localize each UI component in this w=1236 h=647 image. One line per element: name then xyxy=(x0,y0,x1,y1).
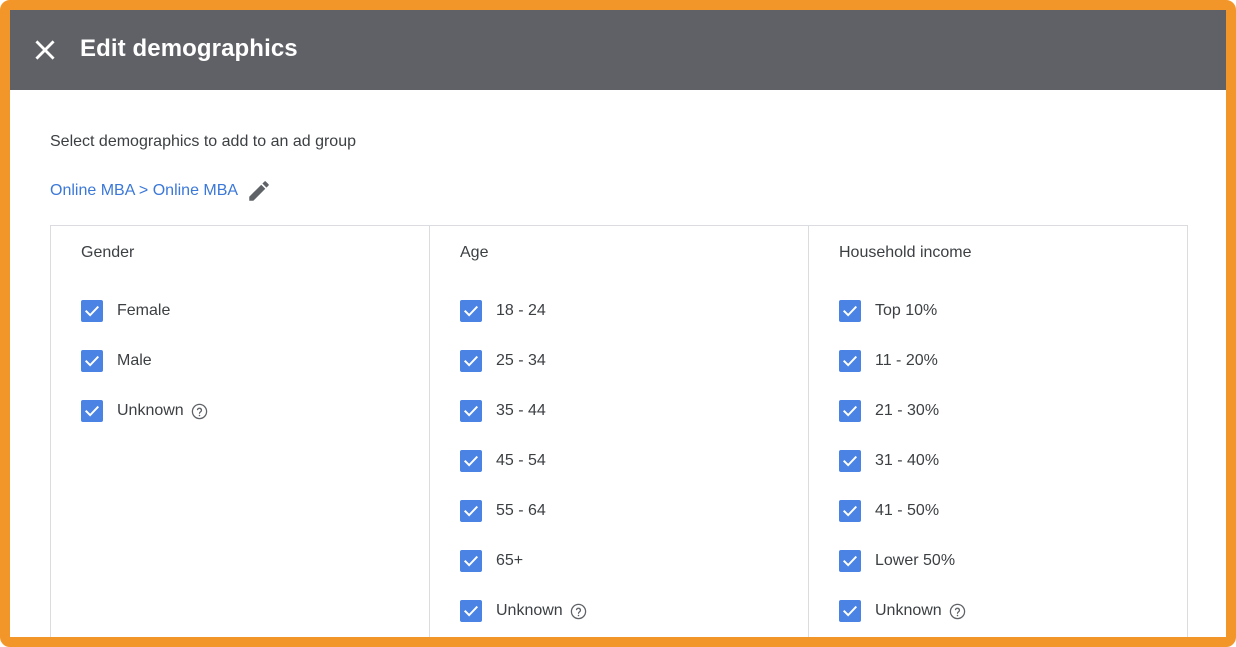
help-circle-icon[interactable] xyxy=(191,403,208,420)
option-row[interactable]: 25 - 34 xyxy=(460,336,808,386)
checkmark-icon xyxy=(842,455,858,467)
options-list: Female Male Unknown xyxy=(81,286,429,436)
option-row[interactable]: Unknown xyxy=(460,586,808,636)
checkmark-icon xyxy=(463,605,479,617)
dialog-frame: Edit demographics Select demographics to… xyxy=(0,0,1236,647)
checkmark-icon xyxy=(842,605,858,617)
column-title: Gender xyxy=(81,244,135,261)
checkbox[interactable] xyxy=(839,600,861,622)
checkbox[interactable] xyxy=(460,450,482,472)
checkmark-icon xyxy=(463,305,479,317)
option-label: 65+ xyxy=(496,552,524,569)
close-button[interactable] xyxy=(32,37,58,63)
option-row[interactable]: 31 - 40% xyxy=(839,436,1187,486)
option-row[interactable]: 65+ xyxy=(460,536,808,586)
checkbox[interactable] xyxy=(81,400,103,422)
option-label: Unknown xyxy=(875,602,942,619)
checkbox[interactable] xyxy=(81,350,103,372)
option-row[interactable]: Top 10% xyxy=(839,286,1187,336)
column-title: Household income xyxy=(839,244,972,261)
option-label: Male xyxy=(117,352,152,369)
close-icon xyxy=(32,37,58,63)
help-circle-icon[interactable] xyxy=(570,603,587,620)
dialog-header: Edit demographics xyxy=(10,10,1226,90)
option-label: Lower 50% xyxy=(875,552,956,569)
option-label: 45 - 54 xyxy=(496,452,546,469)
checkmark-icon xyxy=(84,305,100,317)
checkbox[interactable] xyxy=(460,600,482,622)
checkbox[interactable] xyxy=(839,300,861,322)
checkmark-icon xyxy=(463,505,479,517)
checkbox[interactable] xyxy=(839,550,861,572)
option-label: 18 - 24 xyxy=(496,302,546,319)
checkbox[interactable] xyxy=(839,450,861,472)
option-row[interactable]: 41 - 50% xyxy=(839,486,1187,536)
ad-group-link[interactable]: Online MBA > Online MBA xyxy=(50,182,238,200)
household-income-column: Household income Top 10% 11 - 20% 21 - 30%… xyxy=(808,226,1187,637)
column-title: Age xyxy=(460,244,489,261)
option-row[interactable]: Male xyxy=(81,336,429,386)
option-label: 35 - 44 xyxy=(496,402,546,419)
option-row[interactable]: Female xyxy=(81,286,429,336)
breadcrumb: Online MBA > Online MBA xyxy=(50,178,272,204)
checkmark-icon xyxy=(842,555,858,567)
pencil-icon[interactable] xyxy=(246,178,272,204)
option-label: 31 - 40% xyxy=(875,452,940,469)
option-label: Unknown xyxy=(496,602,563,619)
option-label: Female xyxy=(117,302,171,319)
checkbox[interactable] xyxy=(839,400,861,422)
option-row[interactable]: Unknown xyxy=(81,386,429,436)
checkmark-icon xyxy=(842,505,858,517)
option-label: 41 - 50% xyxy=(875,502,940,519)
option-row[interactable]: 18 - 24 xyxy=(460,286,808,336)
checkmark-icon xyxy=(463,405,479,417)
option-row[interactable]: 55 - 64 xyxy=(460,486,808,536)
dialog-title: Edit demographics xyxy=(80,35,298,62)
dialog-subtitle: Select demographics to add to an ad grou… xyxy=(50,133,356,150)
demographics-panel: Gender Female Male Unknown Age 18 - 24 25 -… xyxy=(50,225,1188,637)
checkbox[interactable] xyxy=(460,350,482,372)
age-column: Age 18 - 24 25 - 34 35 - 44 45 - 54 55 - 64 6… xyxy=(429,226,808,637)
checkbox[interactable] xyxy=(460,550,482,572)
option-label: Unknown xyxy=(117,402,184,419)
option-row[interactable]: 45 - 54 xyxy=(460,436,808,486)
checkmark-icon xyxy=(842,355,858,367)
checkmark-icon xyxy=(463,355,479,367)
option-row[interactable]: 35 - 44 xyxy=(460,386,808,436)
checkbox[interactable] xyxy=(460,400,482,422)
checkmark-icon xyxy=(84,355,100,367)
checkmark-icon xyxy=(463,555,479,567)
checkbox[interactable] xyxy=(81,300,103,322)
option-row[interactable]: 21 - 30% xyxy=(839,386,1187,436)
checkmark-icon xyxy=(84,405,100,417)
checkmark-icon xyxy=(842,305,858,317)
option-row[interactable]: Unknown xyxy=(839,586,1187,636)
help-circle-icon[interactable] xyxy=(949,603,966,620)
options-list: 18 - 24 25 - 34 35 - 44 45 - 54 55 - 64 65+ Un… xyxy=(460,286,808,636)
option-row[interactable]: 11 - 20% xyxy=(839,336,1187,386)
checkbox[interactable] xyxy=(839,350,861,372)
checkmark-icon xyxy=(842,405,858,417)
checkbox[interactable] xyxy=(460,500,482,522)
checkbox[interactable] xyxy=(460,300,482,322)
gender-column: Gender Female Male Unknown xyxy=(51,226,429,637)
checkbox[interactable] xyxy=(839,500,861,522)
option-label: 25 - 34 xyxy=(496,352,546,369)
option-label: 21 - 30% xyxy=(875,402,940,419)
option-label: 55 - 64 xyxy=(496,502,546,519)
option-label: 11 - 20% xyxy=(875,352,938,369)
checkmark-icon xyxy=(463,455,479,467)
option-label: Top 10% xyxy=(875,302,938,319)
option-row[interactable]: Lower 50% xyxy=(839,536,1187,586)
options-list: Top 10% 11 - 20% 21 - 30% 31 - 40% 41 - 50% L… xyxy=(839,286,1187,636)
